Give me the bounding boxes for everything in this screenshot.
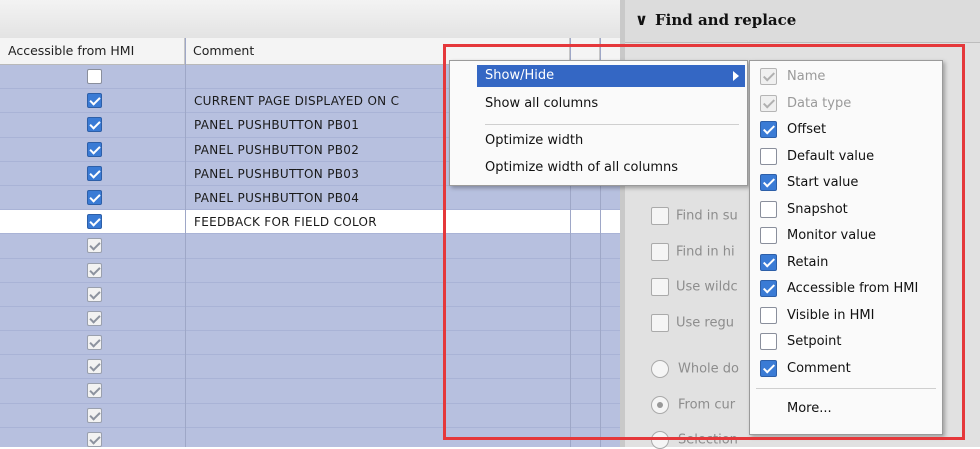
comment-cell[interactable]: PANEL PUSHBUTTON PB03: [194, 162, 359, 186]
panel-title: Find and replace: [655, 11, 797, 29]
column-header-accessible-from-hmi[interactable]: Accessible from HMI: [0, 38, 185, 64]
comment-cell[interactable]: CURRENT PAGE DISPLAYED ON C: [194, 89, 399, 113]
table-toolbar-strip: [0, 0, 620, 39]
accessible-from-hmi-checkbox[interactable]: [87, 286, 102, 302]
chevron-down-icon[interactable]: ∨: [635, 10, 648, 29]
accessible-from-hmi-checkbox[interactable]: [87, 214, 102, 230]
accessible-from-hmi-checkbox[interactable]: [87, 117, 102, 133]
comment-cell[interactable]: FEEDBACK FOR FIELD COLOR: [194, 210, 377, 234]
accessible-from-hmi-checkbox[interactable]: [87, 262, 102, 278]
accessible-from-hmi-checkbox[interactable]: [87, 335, 102, 351]
accessible-from-hmi-checkbox[interactable]: [87, 407, 102, 423]
comment-cell[interactable]: PANEL PUSHBUTTON PB01: [194, 113, 359, 137]
comment-cell[interactable]: PANEL PUSHBUTTON PB04: [194, 186, 359, 210]
accessible-from-hmi-checkbox[interactable]: [87, 93, 102, 109]
comment-cell[interactable]: PANEL PUSHBUTTON PB02: [194, 138, 359, 162]
accessible-from-hmi-checkbox[interactable]: [87, 141, 102, 157]
accessible-from-hmi-checkbox[interactable]: [87, 383, 102, 399]
panel-header[interactable]: ∨ Find and replace: [625, 0, 980, 43]
column-divider: [185, 38, 186, 447]
accessible-from-hmi-checkbox[interactable]: [87, 69, 102, 84]
accessible-from-hmi-checkbox[interactable]: [87, 359, 102, 375]
accessible-from-hmi-checkbox[interactable]: [87, 310, 102, 326]
accessible-from-hmi-checkbox[interactable]: [87, 189, 102, 205]
accessible-from-hmi-checkbox[interactable]: [87, 165, 102, 181]
highlight-box: [443, 44, 965, 440]
accessible-from-hmi-checkbox[interactable]: [87, 238, 102, 254]
accessible-from-hmi-checkbox[interactable]: [87, 431, 102, 447]
